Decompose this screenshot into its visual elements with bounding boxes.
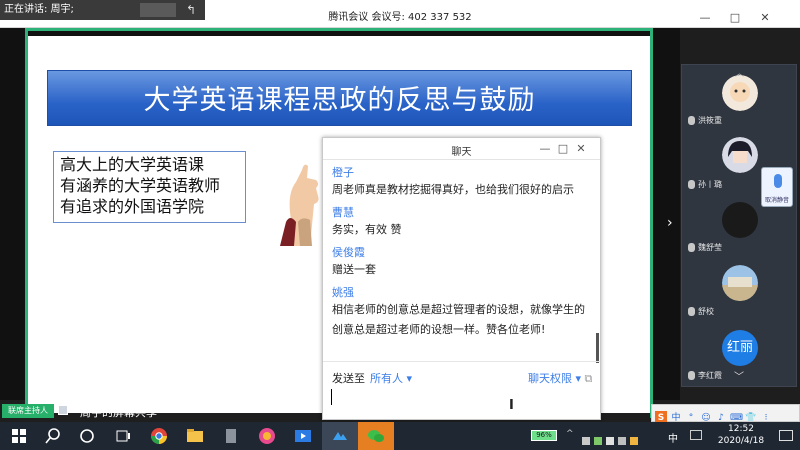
chat-permission-label: 聊天权限 [528,372,572,385]
send-to-value: 所有人 [370,372,403,385]
message-sender[interactable]: 橙子 [332,164,594,180]
message-sender[interactable]: 侯俊霞 [332,244,594,260]
chevron-right-icon[interactable]: › [667,215,673,231]
mic-muted-icon [688,243,695,252]
chat-message-list: 橙子 周老师真是教材挖掘得真好，也给我们很好的启示 曹慧 务实，有效 赞 侯俊霞… [332,164,594,344]
collapse-panel-tab[interactable] [625,210,645,236]
chat-message: 橙子 周老师真是教材挖掘得真好，也给我们很好的启示 [332,164,594,200]
maximize-button[interactable]: □ [720,11,750,24]
chat-window-controls: — □ ✕ [536,142,596,155]
unmute-mic-button[interactable]: 取消静音 [761,167,793,207]
close-button[interactable]: ✕ [750,11,780,24]
notification-icon[interactable] [779,430,793,441]
screen-share-icon [58,405,68,415]
speaking-label: 正在讲话: 周宇; [4,4,74,15]
mic-muted-icon [688,180,695,189]
speaker-level-icon [140,3,176,17]
cortana-icon[interactable] [78,427,96,445]
slide-line: 有涵养的大学英语教师 [60,176,221,195]
thumbs-up-image [280,164,319,246]
share-border [25,28,28,418]
chrome-icon[interactable] [150,427,168,445]
slide-line: 有追求的外国语学院 [60,197,205,216]
participant-avatar[interactable] [722,75,758,111]
app-tray-icon[interactable] [630,437,638,445]
chat-maximize-button[interactable]: □ [554,142,572,155]
chat-message: 姚强 相信老师的创意总是超过管理者的设想，就像学生的创意总是超过老师的设想一样。… [332,284,594,340]
app-icon[interactable] [222,427,240,445]
chevron-up-icon[interactable]: ︿ [735,66,744,79]
ibeam-cursor-icon: I [509,398,514,413]
system-tray-icons [582,430,662,445]
clock-date[interactable]: 2020/4/18 [711,436,771,446]
share-status: 周宇的屏幕共享 [80,406,157,419]
slide-line: 高大上的大学英语课 [60,155,205,174]
clock-time[interactable]: 12:52 [711,424,771,434]
taskbar [0,422,800,450]
send-to-label: 发送至 [332,372,365,385]
volume-icon[interactable] [618,437,626,445]
send-to-dropdown[interactable]: 所有人 ▾ [370,370,412,386]
message-text: 务实，有效 赞 [332,223,402,236]
tencent-meeting-icon[interactable] [331,427,349,445]
participant-name: 舒校 [688,306,714,317]
message-sender[interactable]: 姚强 [332,284,594,300]
participants-panel: 洪筱重 孙丨璐 魏舒莹 舒校 红丽 李红霞 [681,64,797,387]
speaking-indicator: 正在讲话: 周宇; ↰ [0,0,205,20]
chat-close-button[interactable]: ✕ [572,142,590,155]
chat-input[interactable] [329,386,594,414]
host-badge: 联席主持人 [2,404,54,418]
wechat-icon[interactable] [367,427,385,445]
share-border [650,28,653,418]
minimize-button[interactable]: — [690,11,720,24]
window-controls: — □ ✕ [690,6,800,24]
chat-window: 聊天 — □ ✕ 橙子 周老师真是教材挖掘得真好，也给我们很好的启示 曹慧 务实，有… [322,137,601,420]
chevron-down-icon[interactable]: ﹀ [734,368,744,383]
tray-overflow-icon[interactable]: ^ [566,429,574,439]
input-language-indicator[interactable]: 中 [668,430,678,445]
chat-divider [323,361,600,362]
chat-permission-dropdown[interactable]: 聊天权限 ▾ ⧉ [528,370,592,386]
mic-muted-icon [688,371,695,380]
mic-muted-icon [688,307,695,316]
video-app-icon[interactable] [294,427,312,445]
chat-minimize-button[interactable]: — [536,142,554,155]
file-explorer-icon[interactable] [186,427,204,445]
task-view-icon[interactable] [114,427,132,445]
chat-scrollbar[interactable] [596,333,599,363]
participant-avatar[interactable] [722,137,758,173]
mic-muted-icon [688,116,695,125]
search-icon[interactable] [44,427,62,445]
message-text: 周老师真是教材挖掘得真好，也给我们很好的启示 [332,183,574,196]
chat-message: 侯俊霞 赠送一套 [332,244,594,280]
slide-text-box: 高大上的大学英语课 有涵养的大学英语教师 有追求的外国语学院 [53,151,246,223]
message-sender[interactable]: 曹慧 [332,204,594,220]
slide-title: 大学英语课程思政的反思与鼓励 [143,85,536,116]
app-tray-icon[interactable] [594,437,602,445]
participant-avatar[interactable]: 红丽 [722,330,758,366]
chat-message: 曹慧 务实，有效 赞 [332,204,594,240]
network-icon[interactable] [582,437,590,445]
unmute-label: 取消静音 [764,197,789,204]
participant-name: 洪筱重 [688,115,722,126]
message-text: 相信老师的创意总是超过管理者的设想，就像学生的创意总是超过老师的设想一样。赞各位… [332,303,585,336]
popout-icon[interactable]: ⧉ [585,372,593,385]
share-border [25,28,653,31]
microphone-icon [774,174,782,188]
back-arrow-icon[interactable]: ↰ [181,2,201,18]
participant-name: 李红霞 [688,370,722,381]
participant-name: 孙丨璐 [688,179,722,190]
participant-avatar[interactable] [722,202,758,238]
browser-icon[interactable] [258,427,276,445]
participant-avatar[interactable] [722,265,758,301]
app-tray-icon[interactable] [606,437,614,445]
participant-name: 魏舒莹 [688,242,722,253]
keyboard-icon[interactable] [690,430,702,440]
message-text: 赠送一套 [332,263,376,276]
battery-indicator[interactable]: 96% [531,430,557,441]
windows-start-icon[interactable] [10,427,28,445]
ime-toolbar: S 中 ° ☺ ♪ ⌨ 👕 ⁝ [651,404,800,425]
